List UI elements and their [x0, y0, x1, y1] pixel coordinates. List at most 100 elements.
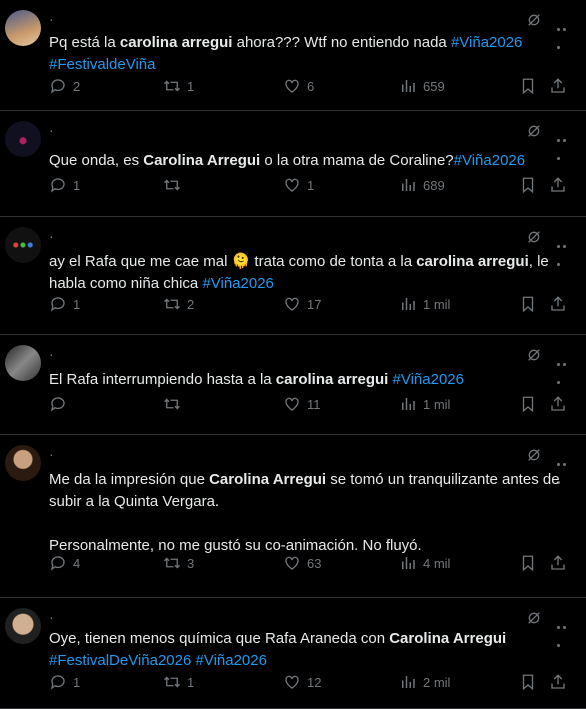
- text-segment: Oye, tienen menos química que Rafa Arane…: [49, 630, 390, 647]
- more-options-icon[interactable]: [557, 129, 573, 160]
- bookmark-button[interactable]: [519, 175, 543, 195]
- likes-count: 1: [307, 177, 315, 193]
- reply-button[interactable]: 1: [49, 672, 80, 692]
- retweet-button[interactable]: 3: [163, 553, 194, 573]
- avatar[interactable]: [5, 121, 41, 157]
- retweets-count: 3: [187, 555, 195, 571]
- retweets-count: 1: [187, 78, 195, 94]
- more-options-icon[interactable]: [557, 235, 573, 266]
- tweet-header: ·: [49, 10, 546, 28]
- share-button[interactable]: [549, 394, 573, 414]
- share-icon: [549, 673, 573, 691]
- reply-button[interactable]: 1: [49, 294, 80, 314]
- views-button[interactable]: 659: [399, 76, 445, 96]
- like-button[interactable]: 11: [283, 394, 321, 414]
- hashtag-link[interactable]: #Viña2026: [393, 371, 464, 388]
- avatar[interactable]: [5, 345, 41, 381]
- tweet-text: El Rafa interrumpiendo hasta a la caroli…: [49, 369, 566, 391]
- reply-icon: [49, 395, 73, 413]
- avatar[interactable]: [5, 10, 41, 46]
- tweet-text: Que onda, es Carolina Arregui o la otra …: [49, 150, 566, 172]
- retweet-button[interactable]: [163, 394, 187, 414]
- share-button[interactable]: [549, 553, 573, 573]
- tweet-header: ·: [49, 608, 546, 626]
- share-button[interactable]: [549, 294, 573, 314]
- bookmark-button[interactable]: [519, 394, 543, 414]
- tweet-text: Me da la impresión que Carolina Arregui …: [49, 469, 566, 557]
- text-segment: o la otra mama de Coraline?: [260, 152, 454, 169]
- reply-button[interactable]: [49, 394, 73, 414]
- tweet-actions: 1 1 689: [49, 175, 569, 195]
- bookmark-icon: [519, 554, 543, 572]
- like-button[interactable]: 63: [283, 553, 321, 573]
- text-segment: ahora??? Wtf no entiendo nada: [232, 34, 451, 51]
- views-count: 1 mil: [423, 296, 451, 312]
- grok-icon[interactable]: [526, 347, 542, 363]
- share-icon: [549, 554, 573, 572]
- views-button[interactable]: 4 mil: [399, 553, 450, 573]
- share-button[interactable]: [549, 672, 573, 692]
- reply-button[interactable]: 4: [49, 553, 80, 573]
- tweet[interactable]: · El Rafa interrumpiendo hasta a la caro…: [0, 335, 586, 435]
- tweet[interactable]: · ay el Rafa que me cae mal 🫠 trata como…: [0, 217, 586, 335]
- like-button[interactable]: 12: [283, 672, 321, 692]
- highlighted-text: carolina arregui: [119, 34, 233, 51]
- tweet-actions: 1 2 17 1 mil: [49, 294, 569, 314]
- reply-button[interactable]: 1: [49, 175, 80, 195]
- retweet-icon: [163, 176, 187, 194]
- grok-icon[interactable]: [526, 447, 542, 463]
- views-button[interactable]: 1 mil: [399, 394, 450, 414]
- retweet-button[interactable]: 2: [163, 294, 194, 314]
- views-button[interactable]: 2 mil: [399, 672, 450, 692]
- hashtag-link[interactable]: #Viña2026: [202, 275, 273, 292]
- more-options-icon[interactable]: [557, 453, 573, 484]
- replies-count: 2: [73, 78, 81, 94]
- share-button[interactable]: [549, 175, 573, 195]
- more-options-icon[interactable]: [557, 353, 573, 384]
- retweet-button[interactable]: [163, 175, 187, 195]
- more-options-icon[interactable]: [557, 18, 573, 49]
- hashtag-link[interactable]: #Viña2026: [451, 34, 522, 51]
- tweet[interactable]: · Que onda, es Carolina Arregui o la otr…: [0, 111, 586, 217]
- separator-dot: ·: [49, 122, 54, 138]
- avatar[interactable]: [5, 227, 41, 263]
- tweet-actions: 2 1 6 659: [49, 76, 569, 96]
- bookmark-button[interactable]: [519, 76, 543, 96]
- highlighted-text: carolina arregui: [416, 253, 529, 270]
- hashtag-link[interactable]: #Viña2026: [454, 152, 525, 169]
- like-button[interactable]: 6: [283, 76, 314, 96]
- text-segment: Personalmente, no me gustó su co-animaci…: [49, 537, 422, 554]
- heart-icon: [283, 554, 307, 572]
- avatar[interactable]: [5, 608, 41, 644]
- analytics-icon: [399, 554, 423, 572]
- grok-icon[interactable]: [526, 123, 542, 139]
- hashtag-link[interactable]: #FestivaldeViña: [49, 56, 155, 73]
- views-button[interactable]: 689: [399, 175, 445, 195]
- avatar[interactable]: [5, 445, 41, 481]
- like-button[interactable]: 1: [283, 175, 314, 195]
- highlighted-text: carolina arregui: [275, 371, 389, 388]
- more-options-icon[interactable]: [557, 616, 573, 647]
- highlighted-text: Carolina Arregui: [389, 630, 507, 647]
- retweet-button[interactable]: 1: [163, 672, 194, 692]
- hashtag-link[interactable]: #FestivalDeViña2026: [49, 652, 191, 669]
- grok-icon[interactable]: [526, 12, 542, 28]
- hashtag-link[interactable]: #Viña2026: [196, 652, 267, 669]
- views-button[interactable]: 1 mil: [399, 294, 450, 314]
- grok-icon[interactable]: [526, 610, 542, 626]
- bookmark-button[interactable]: [519, 294, 543, 314]
- tweet[interactable]: · Oye, tienen menos química que Rafa Ara…: [0, 598, 586, 709]
- tweet[interactable]: · Pq está la carolina arregui ahora??? W…: [0, 0, 586, 111]
- like-button[interactable]: 17: [283, 294, 321, 314]
- reply-icon: [49, 77, 73, 95]
- share-button[interactable]: [549, 76, 573, 96]
- reply-icon: [49, 673, 73, 691]
- tweet[interactable]: · Me da la impresión que Carolina Arregu…: [0, 435, 586, 598]
- retweet-button[interactable]: 1: [163, 76, 194, 96]
- tweet-text: Pq está la carolina arregui ahora??? Wtf…: [49, 32, 566, 76]
- heart-icon: [283, 176, 307, 194]
- grok-icon[interactable]: [526, 229, 542, 245]
- bookmark-button[interactable]: [519, 672, 543, 692]
- bookmark-button[interactable]: [519, 553, 543, 573]
- reply-button[interactable]: 2: [49, 76, 80, 96]
